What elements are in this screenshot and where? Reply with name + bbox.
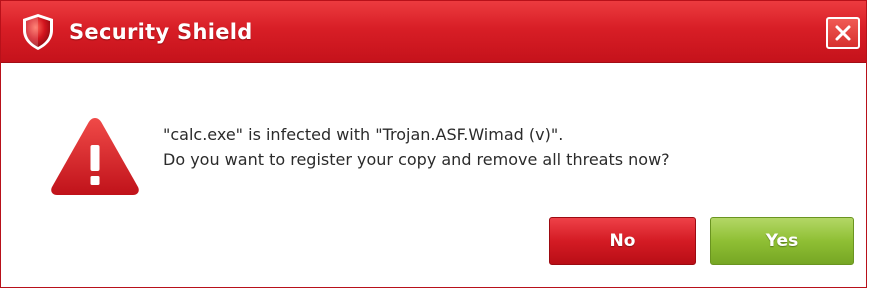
close-button[interactable]: [826, 17, 860, 49]
shield-icon: [21, 13, 55, 51]
dialog-message: "calc.exe" is infected with "Trojan.ASF.…: [163, 122, 670, 172]
message-line-2: Do you want to register your copy and re…: [163, 150, 670, 169]
no-button[interactable]: No: [549, 217, 696, 265]
alert-dialog: Security Shield "calc.exe" is infected w…: [0, 0, 867, 288]
close-icon: [834, 24, 852, 42]
warning-icon: [49, 115, 141, 197]
yes-button[interactable]: Yes: [710, 217, 854, 265]
window-title: Security Shield: [69, 20, 253, 44]
message-line-1: "calc.exe" is infected with "Trojan.ASF.…: [163, 125, 564, 144]
dialog-body: "calc.exe" is infected with "Trojan.ASF.…: [1, 63, 866, 287]
title-bar[interactable]: Security Shield: [1, 1, 866, 63]
